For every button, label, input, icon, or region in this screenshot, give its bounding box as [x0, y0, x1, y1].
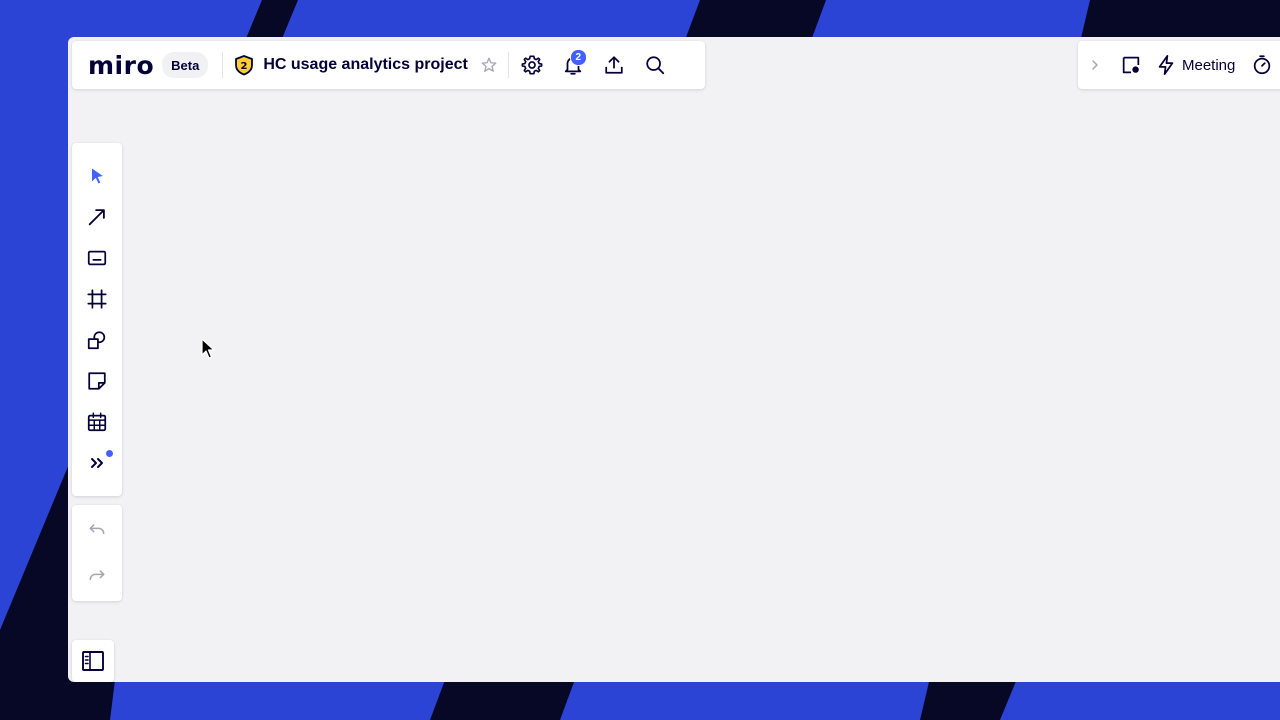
- frames-panel-toggle[interactable]: [72, 640, 114, 682]
- divider: [222, 52, 224, 78]
- arrow-line-icon: [88, 209, 105, 226]
- notification-badge: 2: [569, 49, 587, 66]
- top-bar: miro Beta 2 HC usage analytics project 2: [72, 41, 705, 89]
- calendar-icon: [87, 412, 107, 432]
- search-icon[interactable]: [638, 48, 672, 82]
- more-tools[interactable]: [72, 444, 122, 482]
- sticky-note-icon: [88, 372, 106, 390]
- frame-tool[interactable]: [72, 280, 122, 318]
- redo-icon: [89, 570, 105, 581]
- frame-icon: [87, 289, 107, 309]
- shapes-icon: [87, 331, 106, 350]
- shield-icon[interactable]: 2: [229, 48, 259, 82]
- board-canvas[interactable]: miro Beta 2 HC usage analytics project 2: [68, 37, 1280, 682]
- star-icon[interactable]: [474, 48, 504, 82]
- gear-icon[interactable]: [515, 48, 549, 82]
- double-chevron-right-icon: [91, 458, 103, 468]
- sidebar-panel-icon: [82, 651, 104, 671]
- calendar-tool[interactable]: [72, 403, 122, 441]
- select-tool[interactable]: [72, 157, 122, 195]
- card-icon[interactable]: [1114, 48, 1148, 82]
- undo-button[interactable]: [72, 511, 122, 549]
- timer-icon[interactable]: [1245, 48, 1279, 82]
- svg-text:2: 2: [241, 61, 248, 72]
- text-tool[interactable]: [72, 239, 122, 277]
- mouse-pointer-icon: [201, 338, 215, 359]
- undo-redo-panel: [72, 505, 122, 601]
- chevron-right-icon[interactable]: [1080, 48, 1110, 82]
- miro-logo[interactable]: miro: [88, 53, 154, 78]
- bell-icon[interactable]: 2: [556, 48, 590, 82]
- sticky-note-tool[interactable]: [72, 362, 122, 400]
- redo-button[interactable]: [72, 557, 122, 595]
- divider: [507, 52, 509, 78]
- cursor-arrow-icon: [92, 168, 103, 184]
- lightning-icon[interactable]: [1154, 48, 1178, 82]
- undo-icon: [89, 524, 105, 535]
- beta-badge: Beta: [162, 52, 209, 78]
- shapes-tool[interactable]: [72, 321, 122, 359]
- upload-icon[interactable]: [597, 48, 631, 82]
- meeting-label[interactable]: Meeting: [1182, 57, 1235, 74]
- text-box-icon: [87, 250, 107, 266]
- line-tool[interactable]: [72, 198, 122, 236]
- board-title[interactable]: HC usage analytics project: [263, 56, 468, 74]
- new-indicator-dot: [106, 450, 113, 457]
- right-top-bar: Meeting: [1078, 41, 1280, 89]
- left-toolbar: [72, 143, 122, 496]
